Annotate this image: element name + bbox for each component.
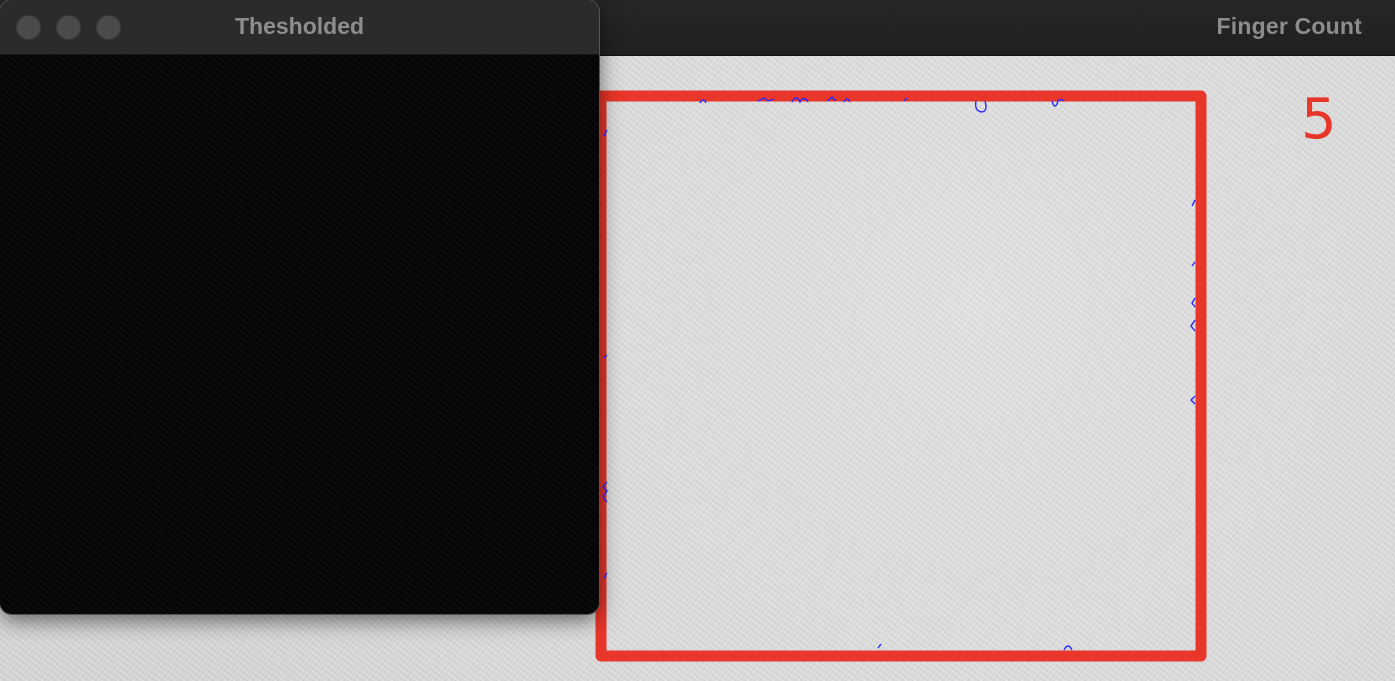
thresholded-titlebar[interactable]: Thesholded (0, 0, 599, 55)
contour-right-3 (1191, 297, 1196, 308)
contour-bottom-2 (1063, 645, 1073, 651)
contour-right-4 (1190, 319, 1196, 332)
roi-rectangle (595, 90, 1207, 662)
contour-fragments (602, 96, 1196, 651)
thresholded-window[interactable]: Thesholded (0, 0, 599, 614)
thresholded-window-title: Thesholded (234, 13, 365, 39)
contour-right-2 (1191, 261, 1196, 267)
contour-right-1 (1191, 199, 1196, 207)
contour-top-7 (974, 100, 987, 113)
desktop: Finger Count 5 Thesholded (0, 0, 1395, 681)
contour-bottom-1 (877, 643, 882, 649)
threshold-image (0, 55, 599, 614)
contour-right-5 (1190, 395, 1196, 405)
finger-count-number: 5 (1301, 87, 1337, 152)
